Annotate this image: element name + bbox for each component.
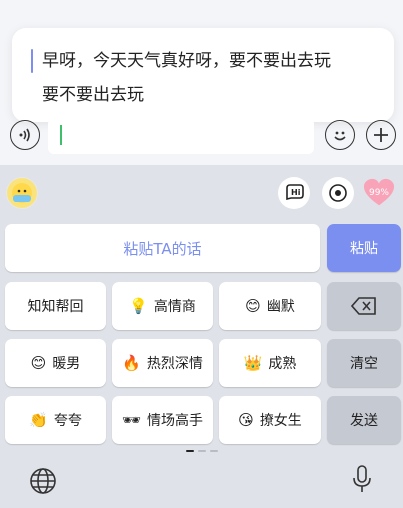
globe-icon[interactable] <box>29 467 57 499</box>
style-key-label: 幽默 <box>266 299 295 315</box>
style-key-mature[interactable]: 👑 成熟 <box>219 339 321 387</box>
voice-wave-icon[interactable] <box>10 120 40 150</box>
smiley-icon[interactable] <box>325 120 355 150</box>
send-button-label: 发送 <box>350 413 378 429</box>
style-key-label: 高情商 <box>153 299 196 315</box>
clear-button-label: 清空 <box>350 356 378 372</box>
svg-text:Hi: Hi <box>291 188 301 197</box>
paste-button-label: 粘贴 <box>350 241 378 257</box>
sunglasses-icon: 🕶 <box>121 411 142 429</box>
style-key-humor[interactable]: 😊 幽默 <box>219 282 321 330</box>
clear-button[interactable]: 清空 <box>327 339 401 387</box>
crown-icon: 👑 <box>243 354 263 372</box>
microphone-icon[interactable] <box>350 464 374 498</box>
backspace-icon <box>351 297 376 315</box>
style-key-passionate[interactable]: 🔥 热烈深情 <box>112 339 213 387</box>
page-indicator <box>186 450 218 452</box>
style-key-label: 夸夸 <box>53 413 82 429</box>
paste-area[interactable]: 粘贴TA的话 <box>5 224 320 272</box>
send-button[interactable]: 发送 <box>327 396 401 444</box>
smile-emoji-icon: 😊 <box>245 297 261 315</box>
kiss-emoji-icon: 😘 <box>238 411 254 429</box>
heart-badge-icon[interactable]: 99% <box>363 177 395 209</box>
paste-button[interactable]: 粘贴 <box>327 224 401 272</box>
paste-placeholder: 粘贴TA的话 <box>123 239 202 258</box>
heart-badge-text: 99% <box>368 188 389 198</box>
page-dot <box>198 450 206 452</box>
style-key-label: 知知帮回 <box>27 299 84 315</box>
backspace-button[interactable] <box>327 282 401 330</box>
fire-icon: 🔥 <box>122 354 141 372</box>
page-dot <box>186 450 194 452</box>
style-key-flirt[interactable]: 😘 撩女生 <box>219 396 321 444</box>
page-dot <box>210 450 218 452</box>
lightbulb-icon: 💡 <box>129 297 148 315</box>
mascot-avatar[interactable] <box>6 177 38 209</box>
suggestion-bubble[interactable]: 早呀，今天天气真好呀，要不要出去玩 要不要出去玩 <box>12 28 394 122</box>
target-icon[interactable] <box>322 177 354 209</box>
text-cursor <box>60 125 62 145</box>
style-key-high-eq[interactable]: 💡 高情商 <box>112 282 213 330</box>
style-key-label: 暖男 <box>52 356 81 372</box>
plus-icon[interactable] <box>366 120 396 150</box>
style-key-label: 撩女生 <box>259 413 302 429</box>
bubble-accent-bar <box>31 49 33 73</box>
bubble-line-2: 要不要出去玩 <box>42 85 144 105</box>
message-input[interactable] <box>48 118 314 154</box>
style-key-label: 情场高手 <box>147 413 204 429</box>
style-key-zhizhi[interactable]: 知知帮回 <box>5 282 106 330</box>
bubble-line-1: 早呀，今天天气真好呀，要不要出去玩 <box>42 51 331 71</box>
style-key-label: 成熟 <box>268 356 297 372</box>
hi-chat-icon[interactable]: Hi <box>278 177 310 209</box>
style-key-warm-guy[interactable]: 😊 暖男 <box>5 339 106 387</box>
style-key-praise[interactable]: 👏 夸夸 <box>5 396 106 444</box>
style-key-player[interactable]: 🕶 情场高手 <box>112 396 213 444</box>
style-key-label: 热烈深情 <box>146 356 203 372</box>
clapping-hands-icon: 👏 <box>29 411 48 429</box>
smile-emoji-icon: 😊 <box>30 354 47 372</box>
